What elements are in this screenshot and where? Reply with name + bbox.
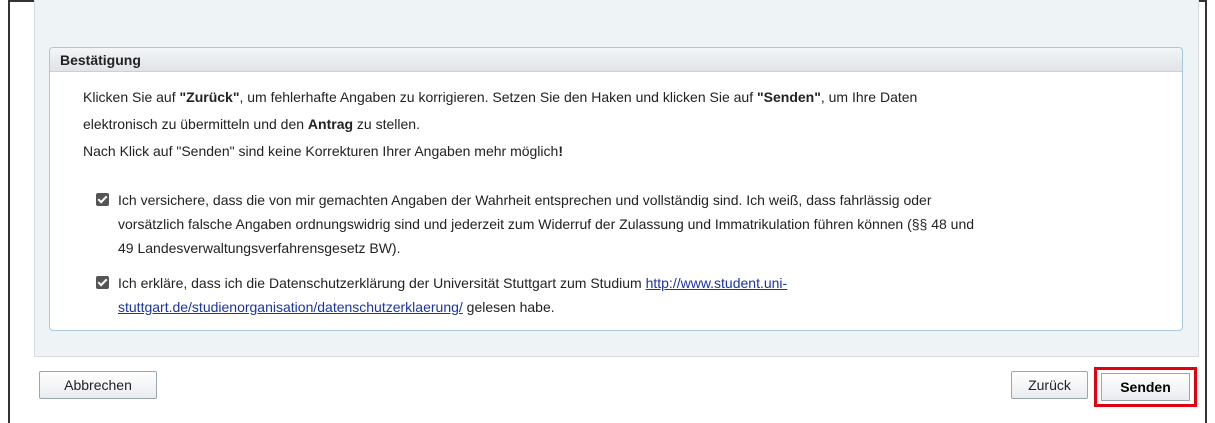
intro-line-2: elektronisch zu übermitteln und den Antr… <box>83 116 420 132</box>
privacy-link-cont[interactable]: stuttgart.de/studienorganisation/datensc… <box>118 299 463 315</box>
truth-statement: Ich versichere, dass die von mir gemacht… <box>118 192 975 256</box>
intro-line-1: Klicken Sie auf "Zurück", um fehlerhafte… <box>83 89 918 105</box>
back-button[interactable]: Zurück <box>1011 371 1088 399</box>
truth-checkbox[interactable] <box>96 193 109 206</box>
privacy-checkbox[interactable] <box>96 276 109 289</box>
send-button[interactable]: Senden <box>1101 373 1190 401</box>
intro-text: Klicken Sie auf "Zurück", um fehlerhafte… <box>83 84 1163 165</box>
intro-line-3: Nach Klick auf "Senden" sind keine Korre… <box>83 143 563 159</box>
privacy-statement: Ich erkläre, dass ich die Datenschutzerk… <box>118 275 788 315</box>
cancel-button[interactable]: Abbrechen <box>39 371 157 399</box>
section-title: Bestätigung <box>50 48 1182 72</box>
send-button-highlight: Senden <box>1094 367 1197 407</box>
privacy-link[interactable]: http://www.student.uni- <box>646 275 788 291</box>
